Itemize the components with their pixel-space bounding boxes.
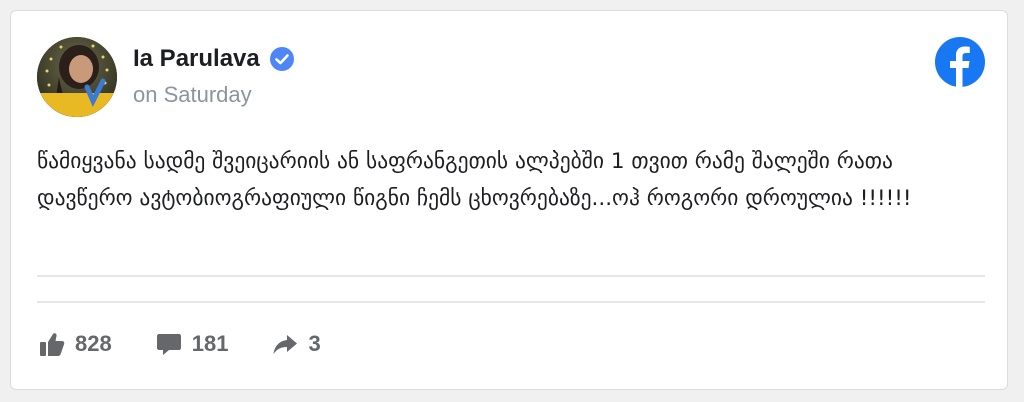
verified-check-icon xyxy=(269,47,294,71)
post-timestamp[interactable]: on Saturday xyxy=(133,82,252,108)
share-button[interactable]: 3 xyxy=(272,331,321,357)
divider xyxy=(37,301,985,303)
avatar[interactable] xyxy=(37,37,117,117)
author-name[interactable]: Ia Parulava xyxy=(133,45,260,73)
avatar-image xyxy=(37,37,117,117)
comment-button[interactable]: 181 xyxy=(156,331,229,357)
divider xyxy=(37,275,985,277)
engagement-bar: 828 181 3 xyxy=(39,329,321,359)
facebook-logo-icon[interactable] xyxy=(935,37,985,87)
comment-count: 181 xyxy=(191,331,229,356)
share-arrow-icon xyxy=(272,331,298,357)
like-count: 828 xyxy=(75,331,112,356)
thumbs-up-icon xyxy=(39,331,65,357)
comment-bubble-icon xyxy=(156,331,182,357)
share-count: 3 xyxy=(308,331,321,356)
post-card: Ia Parulava on Saturday წამიყვანა სადმე … xyxy=(10,10,1008,390)
author-row: Ia Parulava xyxy=(133,45,294,73)
post-text: წამიყვანა სადმე შვეიცარიის ან საფრანგეთი… xyxy=(37,149,912,211)
like-button[interactable]: 828 xyxy=(39,331,112,357)
